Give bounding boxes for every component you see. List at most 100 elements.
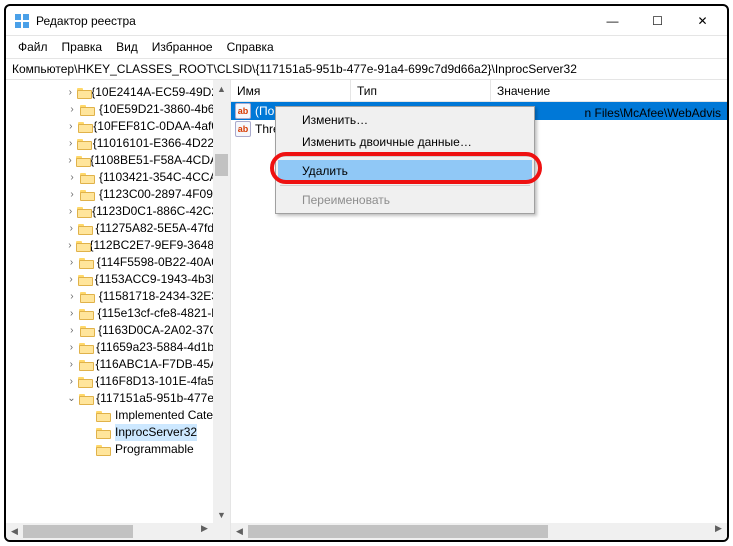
- tree-node[interactable]: ›{10E59D21-3860-4b6…: [10, 101, 230, 118]
- close-button[interactable]: ✕: [680, 6, 725, 35]
- chevron-right-icon[interactable]: ›: [66, 356, 77, 373]
- folder-icon: [96, 409, 112, 423]
- tree-node[interactable]: ›{1163D0CA-2A02-37C…: [10, 322, 230, 339]
- ctx-delete[interactable]: Удалить: [278, 160, 532, 182]
- folder-icon: [80, 188, 96, 202]
- tree-node[interactable]: ›{10FEF81C-0DAA-4af0…: [10, 118, 230, 135]
- ctx-separator: [280, 185, 530, 186]
- chevron-right-icon[interactable]: ›: [66, 237, 74, 254]
- tree-node[interactable]: › {11016101-E366-4D22-…: [10, 135, 230, 152]
- chevron-right-icon[interactable]: ›: [66, 118, 76, 135]
- ctx-edit-binary[interactable]: Изменить двоичные данные…: [278, 131, 532, 153]
- chevron-right-icon[interactable]: ›: [66, 271, 76, 288]
- tree-node[interactable]: › {115e13cf-cfe8-4821-b…: [10, 305, 230, 322]
- scroll-up-icon[interactable]: ▲: [213, 80, 230, 97]
- tree-label: {11581718-2434-32E3…: [99, 288, 230, 305]
- tree-node[interactable]: ›{1123D0C1-886C-42C3…: [10, 203, 230, 220]
- tree-node[interactable]: › {114F5598-0B22-40A0…: [10, 254, 230, 271]
- chevron-right-icon[interactable]: ›: [66, 305, 77, 322]
- scroll-thumb[interactable]: [215, 154, 228, 176]
- chevron-right-icon[interactable]: ›: [66, 288, 78, 305]
- folder-icon: [96, 443, 112, 457]
- tree-label: {115e13cf-cfe8-4821-b…: [97, 305, 230, 322]
- tree-label: {10E2414A-EC59-49D2…: [91, 84, 230, 101]
- tree-scrollbar-horizontal[interactable]: ◀ ▶: [6, 523, 213, 540]
- tree-node[interactable]: ›{112BC2E7-9EF9-3648-…: [10, 237, 230, 254]
- tree-label: {1108BE51-F58A-4CDA…: [90, 152, 230, 169]
- menu-edit[interactable]: Правка: [56, 38, 109, 56]
- scroll-right-icon[interactable]: ▶: [196, 523, 213, 534]
- list-header: Имя Тип Значение: [231, 80, 727, 102]
- tree-label: {11016101-E366-4D22-…: [93, 135, 230, 152]
- ctx-edit[interactable]: Изменить…: [278, 109, 532, 131]
- menu-view[interactable]: Вид: [110, 38, 144, 56]
- title-bar: Редактор реестра — ☐ ✕: [6, 6, 727, 36]
- tree-label: {1123C00-2897-4F09-…: [99, 186, 229, 203]
- tree-node[interactable]: › {11581718-2434-32E3…: [10, 288, 230, 305]
- chevron-right-icon[interactable]: ›: [66, 135, 75, 152]
- scroll-left-icon[interactable]: ◀: [6, 523, 23, 540]
- tree-node[interactable]: Programmable: [10, 441, 230, 458]
- tree-node[interactable]: › {1103421-354C-4CCA…: [10, 169, 230, 186]
- scroll-thumb-h[interactable]: [23, 525, 133, 538]
- tree-label: {1153ACC9-1943-4b3b…: [95, 271, 230, 288]
- tree-node[interactable]: › {1123C00-2897-4F09-…: [10, 186, 230, 203]
- scroll-thumb-h[interactable]: [248, 525, 548, 538]
- tree-node[interactable]: Implemented Cate…: [10, 407, 230, 424]
- list-panel: Имя Тип Значение ab (По у ab Threa n Fil…: [231, 80, 727, 540]
- address-bar[interactable]: Компьютер\HKEY_CLASSES_ROOT\CLSID\{11715…: [6, 58, 727, 80]
- chevron-right-icon[interactable]: ›: [66, 220, 76, 237]
- tree-label: {11275A82-5E5A-47fd-…: [95, 220, 230, 237]
- tree-node[interactable]: ⌄{117151a5-951b-477e-…: [10, 390, 230, 407]
- folder-icon: [80, 171, 96, 185]
- chevron-right-icon[interactable]: ›: [66, 373, 76, 390]
- tree-node[interactable]: › {10E2414A-EC59-49D2…: [10, 84, 230, 101]
- chevron-right-icon[interactable]: ›: [66, 186, 78, 203]
- folder-icon: [79, 358, 93, 372]
- tree-label: {1103421-354C-4CCA…: [99, 169, 230, 186]
- tree-node[interactable]: › {11275A82-5E5A-47fd-…: [10, 220, 230, 237]
- tree-node[interactable]: › {116F8D13-101E-4fa5-…: [10, 373, 230, 390]
- folder-icon: [78, 375, 92, 389]
- scroll-right-icon[interactable]: ▶: [710, 523, 727, 534]
- folder-icon: [78, 222, 92, 236]
- menu-file[interactable]: Файл: [12, 38, 54, 56]
- tree-label: {114F5598-0B22-40A0…: [97, 254, 230, 271]
- folder-icon: [79, 392, 93, 406]
- window-title: Редактор реестра: [36, 14, 590, 28]
- tree-label: {116F8D13-101E-4fa5-…: [95, 373, 230, 390]
- folder-icon: [80, 290, 96, 304]
- chevron-right-icon[interactable]: ›: [66, 152, 74, 169]
- chevron-right-icon[interactable]: ›: [66, 339, 77, 356]
- tree-node[interactable]: › {1153ACC9-1943-4b3b…: [10, 271, 230, 288]
- maximize-button[interactable]: ☐: [635, 6, 680, 35]
- ctx-rename: Переименовать: [278, 189, 532, 211]
- scroll-down-icon[interactable]: ▼: [213, 506, 230, 523]
- chevron-right-icon[interactable]: ›: [66, 203, 75, 220]
- column-type[interactable]: Тип: [351, 80, 491, 101]
- chevron-right-icon[interactable]: ›: [66, 101, 78, 118]
- menu-favorites[interactable]: Избранное: [146, 38, 219, 56]
- tree-node[interactable]: InprocServer32: [10, 424, 230, 441]
- minimize-button[interactable]: —: [590, 6, 635, 35]
- menu-help[interactable]: Справка: [221, 38, 280, 56]
- chevron-down-icon[interactable]: ⌄: [66, 390, 77, 407]
- tree-node[interactable]: › {1108BE51-F58A-4CDA…: [10, 152, 230, 169]
- chevron-right-icon[interactable]: ›: [66, 322, 78, 339]
- scroll-left-icon[interactable]: ◀: [231, 523, 248, 540]
- folder-icon: [80, 324, 96, 338]
- column-value[interactable]: Значение: [491, 80, 727, 101]
- tree-node[interactable]: ›{116ABC1A-F7DB-45A…: [10, 356, 230, 373]
- folder-icon: [76, 239, 87, 253]
- chevron-right-icon[interactable]: ›: [66, 169, 78, 186]
- chevron-right-icon[interactable]: ›: [66, 254, 77, 271]
- tree-panel: › {10E2414A-EC59-49D2…›{10E59D21-3860-4b6…: [6, 80, 231, 540]
- column-name[interactable]: Имя: [231, 80, 351, 101]
- tree-scrollbar-vertical[interactable]: ▲ ▼: [213, 80, 230, 540]
- list-scrollbar-horizontal[interactable]: ◀ ▶: [231, 523, 727, 540]
- tree-node[interactable]: ›{11659a23-5884-4d1b-…: [10, 339, 230, 356]
- ctx-separator: [280, 156, 530, 157]
- chevron-right-icon[interactable]: ›: [66, 84, 75, 101]
- tree-label: InprocServer32: [115, 424, 197, 441]
- folder-icon: [96, 426, 112, 440]
